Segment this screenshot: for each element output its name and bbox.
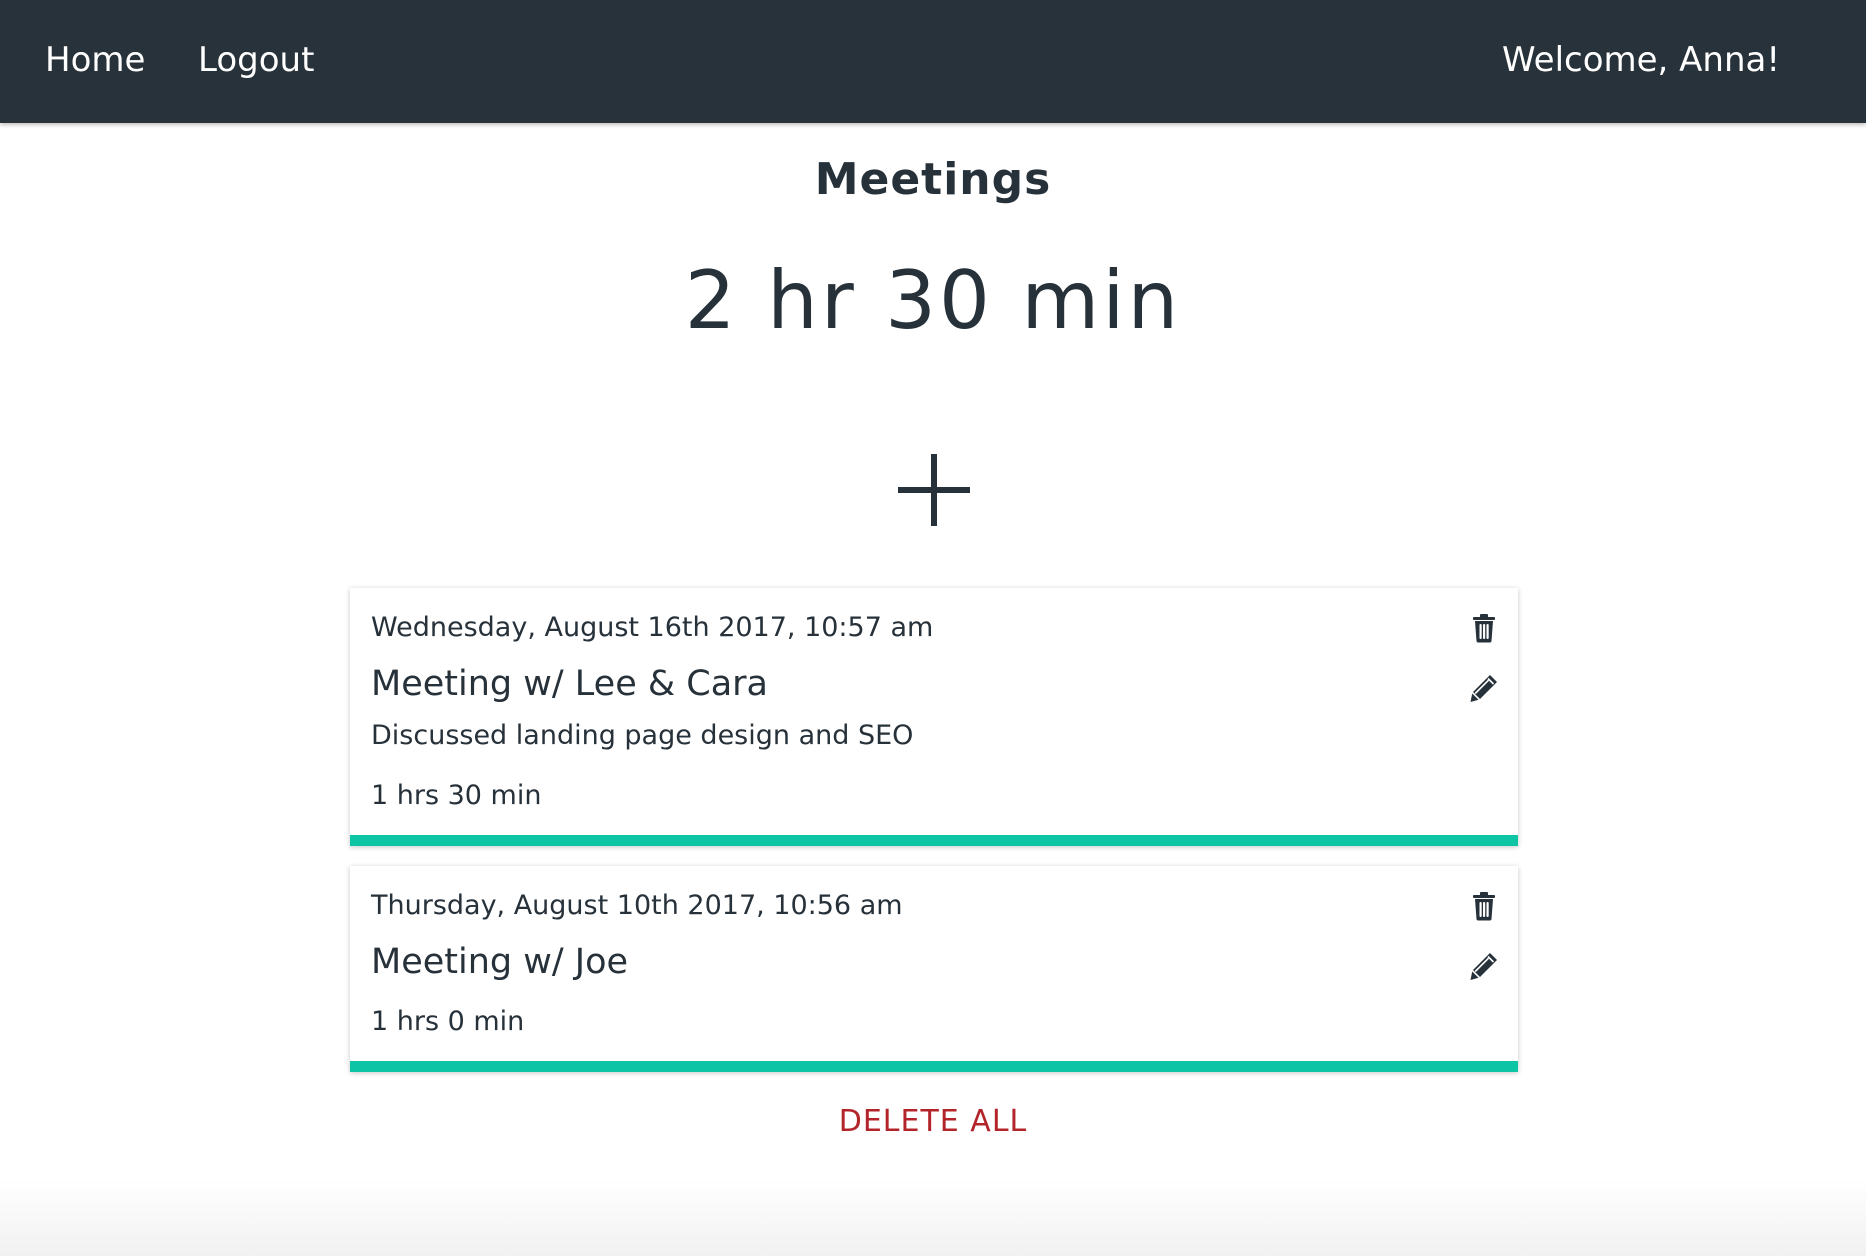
pencil-icon <box>1470 953 1497 980</box>
add-meeting-button[interactable] <box>898 454 970 526</box>
meeting-description: Discussed landing page design and SEO <box>371 720 914 751</box>
nav-logout-link[interactable]: Logout <box>198 38 314 82</box>
nav-home-link[interactable]: Home <box>45 38 145 82</box>
meeting-title: Meeting w/ Joe <box>371 942 629 982</box>
meeting-date: Wednesday, August 16th 2017, 10:57 am <box>371 612 934 643</box>
meeting-duration: 1 hrs 30 min <box>371 780 542 811</box>
trash-icon <box>1473 892 1495 921</box>
meeting-title: Meeting w/ Lee & Cara <box>371 664 768 704</box>
delete-all-button[interactable]: DELETE ALL <box>839 1104 1028 1139</box>
pencil-icon <box>1470 675 1497 702</box>
meeting-date: Thursday, August 10th 2017, 10:56 am <box>371 890 903 921</box>
welcome-message: Welcome, Anna! <box>1502 40 1780 80</box>
total-time: 2 hr 30 min <box>684 254 1182 347</box>
meeting-card: Thursday, August 10th 2017, 10:56 am Mee… <box>350 866 1518 1072</box>
delete-meeting-button[interactable] <box>1468 890 1500 922</box>
page-title: Meetings <box>814 154 1052 205</box>
meeting-duration: 1 hrs 0 min <box>371 1006 525 1037</box>
edit-meeting-button[interactable] <box>1468 672 1500 704</box>
trash-icon <box>1473 614 1495 643</box>
delete-all-row: DELETE ALL <box>0 1102 1866 1142</box>
edit-meeting-button[interactable] <box>1468 950 1500 982</box>
meeting-card: Wednesday, August 16th 2017, 10:57 am Me… <box>350 588 1518 846</box>
top-navbar: Home Logout Welcome, Anna! <box>0 0 1866 123</box>
delete-meeting-button[interactable] <box>1468 612 1500 644</box>
page: Home Logout Welcome, Anna! Meetings 2 hr… <box>0 0 1866 1256</box>
